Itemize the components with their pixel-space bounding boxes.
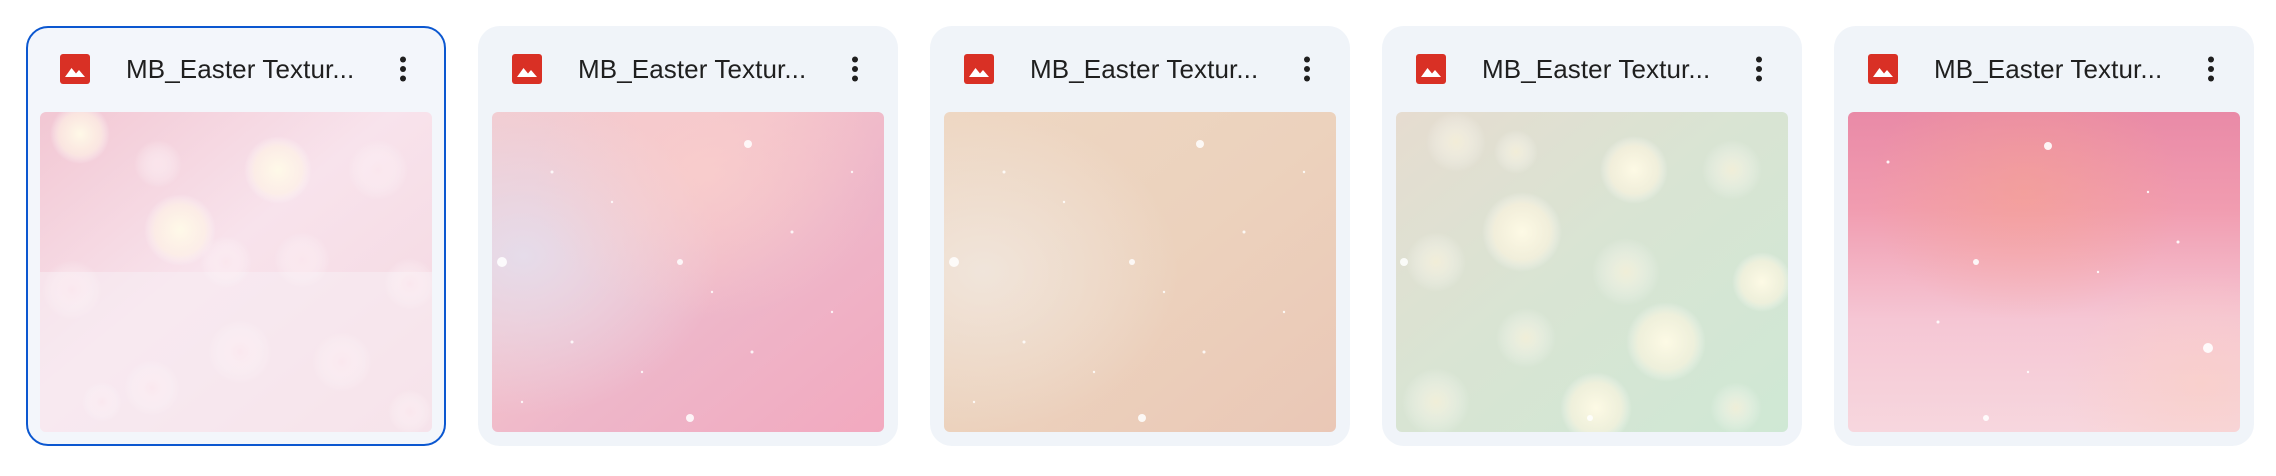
sparkle-texture-image <box>1848 112 2240 432</box>
file-card[interactable]: MB_Easter Textur... <box>1834 26 2254 446</box>
file-thumbnail[interactable] <box>1848 112 2240 432</box>
file-card-header: MB_Easter Textur... <box>930 26 1350 110</box>
more-actions-button[interactable] <box>1284 46 1330 92</box>
glitter-texture-image <box>944 112 1336 432</box>
bokeh-texture-image <box>40 112 432 432</box>
file-name: MB_Easter Textur... <box>126 54 355 84</box>
file-thumbnail[interactable] <box>492 112 884 432</box>
file-name: MB_Easter Textur... <box>1030 54 1259 84</box>
image-file-icon <box>964 54 994 84</box>
file-grid: MB_Easter Textur... MB_Easter Textur... … <box>0 0 2276 476</box>
image-file-icon <box>512 54 542 84</box>
file-thumbnail[interactable] <box>40 112 432 432</box>
file-card-header: MB_Easter Textur... <box>1834 26 2254 110</box>
image-file-icon <box>1868 54 1898 84</box>
file-card[interactable]: MB_Easter Textur... <box>930 26 1350 446</box>
file-name: MB_Easter Textur... <box>1934 54 2163 84</box>
file-thumbnail[interactable] <box>1396 112 1788 432</box>
more-actions-button[interactable] <box>832 46 878 92</box>
file-thumbnail[interactable] <box>944 112 1336 432</box>
more-vert-icon <box>400 56 406 82</box>
bokeh-texture-image <box>1396 112 1788 432</box>
file-card[interactable]: MB_Easter Textur... <box>1382 26 1802 446</box>
more-actions-button[interactable] <box>2188 46 2234 92</box>
image-file-icon <box>60 54 90 84</box>
image-file-icon <box>1416 54 1446 84</box>
more-actions-button[interactable] <box>380 46 426 92</box>
file-card-header: MB_Easter Textur... <box>1382 26 1802 110</box>
file-card-header: MB_Easter Textur... <box>478 26 898 110</box>
more-vert-icon <box>852 56 858 82</box>
more-vert-icon <box>2208 56 2214 82</box>
file-card-header: MB_Easter Textur... <box>26 26 446 110</box>
more-vert-icon <box>1756 56 1762 82</box>
more-actions-button[interactable] <box>1736 46 1782 92</box>
more-vert-icon <box>1304 56 1310 82</box>
file-name: MB_Easter Textur... <box>578 54 807 84</box>
glitter-texture-image <box>492 112 884 432</box>
file-card[interactable]: MB_Easter Textur... <box>26 26 446 446</box>
file-name: MB_Easter Textur... <box>1482 54 1711 84</box>
file-card[interactable]: MB_Easter Textur... <box>478 26 898 446</box>
